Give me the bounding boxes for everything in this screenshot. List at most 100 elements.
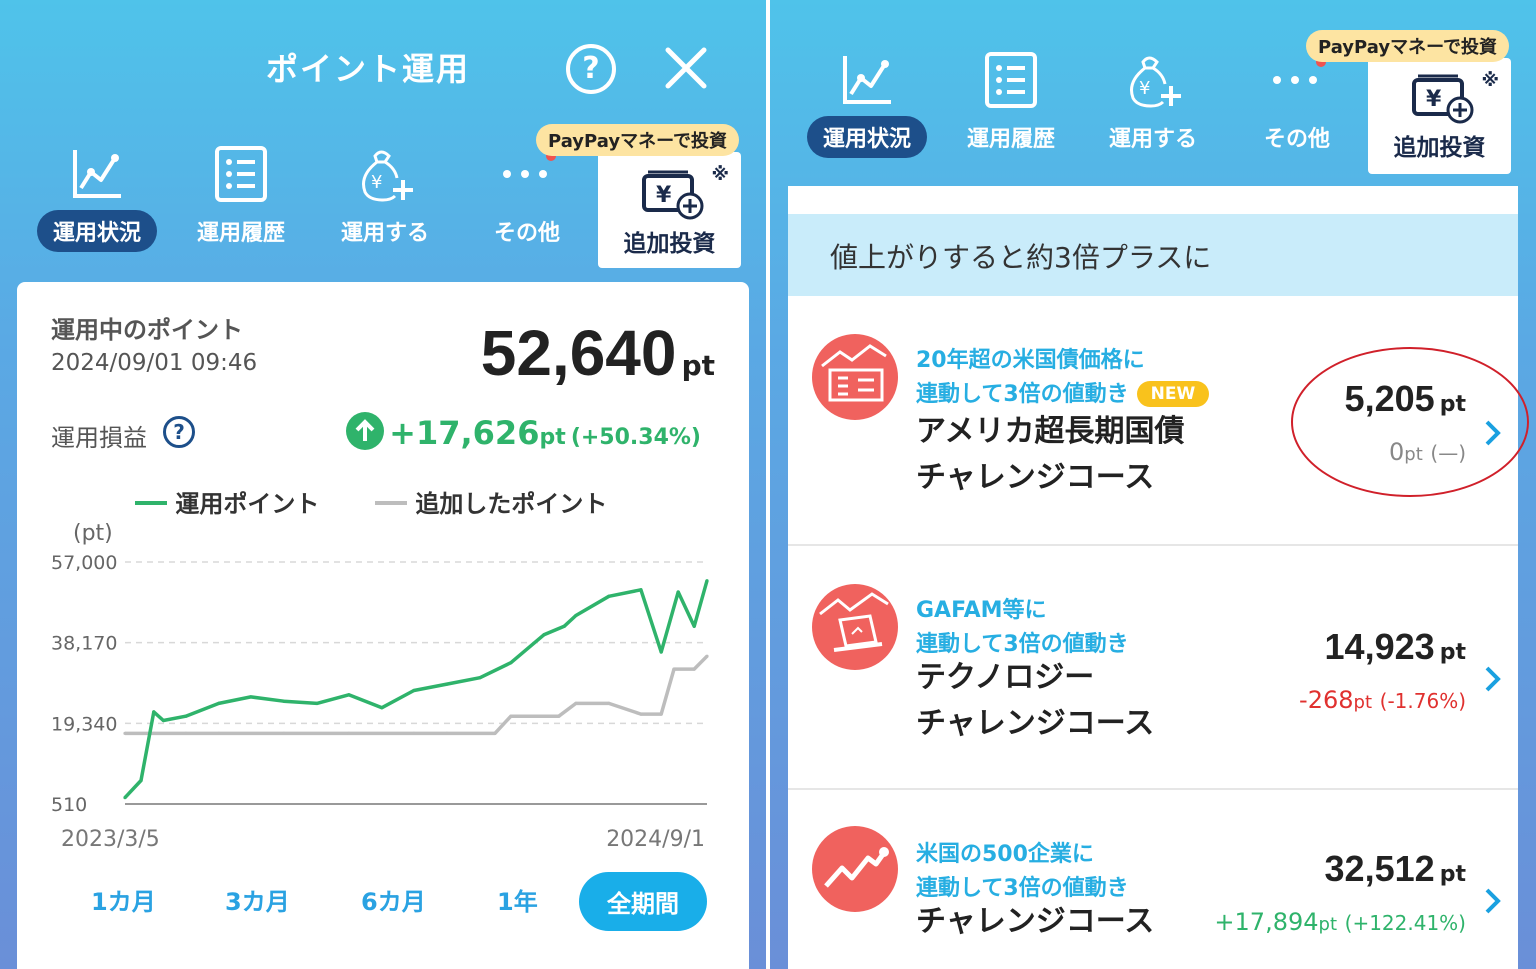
nav-status[interactable]: 運用状況 (32, 146, 162, 252)
course-value: 14,923 (1324, 626, 1435, 667)
nav-history[interactable]: 運用履歴 (176, 146, 306, 252)
added-points-data-point (659, 712, 663, 716)
series-line-added-points (125, 654, 709, 736)
course-name-line1: アメリカ超長期国債 (916, 414, 1185, 449)
pl-help-icon[interactable]: ? (163, 416, 195, 448)
course-delta: -268pt (-1.76%) (1299, 686, 1466, 714)
nav-invest-label: 運用する (1108, 127, 1197, 152)
operating-points-data-point (123, 796, 127, 800)
added-points-data-point (509, 714, 513, 718)
paypay-money-pill: PayPayマネーで投資 (1306, 30, 1509, 62)
course-delta-pct: (+122.41%) (1344, 911, 1466, 935)
add-invest-button[interactable]: ¥ 追加投資 ※ (598, 152, 741, 268)
nav-status-label: 運用状況 (806, 116, 927, 158)
course-row-bond[interactable]: 20年超の米国債価格に 連動して3倍の値動き NEW アメリカ超長期国債 チャレン… (788, 298, 1529, 546)
note-mark: ※ (1481, 70, 1500, 91)
add-invest-label: 追加投資 (623, 231, 716, 257)
period-1m[interactable]: 1カ月 (91, 882, 156, 917)
operating-points-data-point (282, 699, 286, 703)
x-tick-label: 2024/9/1 (606, 827, 705, 852)
period-6m[interactable]: 6カ月 (361, 882, 426, 917)
y-tick-label: 19,340 (51, 713, 117, 735)
operating-points-data-point (509, 661, 513, 665)
course-sub-line2: 連動して3倍の値動き (916, 876, 1129, 901)
course-row-tech[interactable]: GAFAM等に 連動して3倍の値動き テクノロジー チャレンジコース 14,92… (788, 546, 1518, 790)
money-bag-plus-icon: ¥ (1130, 56, 1181, 108)
nav-more-label: その他 (493, 221, 560, 246)
operating-points-data-point (659, 650, 663, 654)
operating-points-data-point (705, 579, 709, 583)
course-unit: pt (1439, 862, 1466, 887)
course-value: 32,512 (1324, 848, 1435, 889)
operating-points-data-point (161, 718, 165, 723)
money-bag-plus-icon: ¥ (362, 150, 413, 202)
added-points-data-point (705, 654, 709, 658)
course-amount: 14,923 pt (1325, 626, 1466, 668)
period-3m[interactable]: 3カ月 (225, 882, 290, 917)
added-points-data-point (574, 701, 578, 705)
operating-points-data-point (562, 624, 566, 628)
course-delta: +17,894pt (+122.41%) (1214, 908, 1466, 936)
arrow-up-icon (346, 412, 385, 450)
nav-invest-label: 運用する (340, 221, 429, 246)
list-icon (985, 52, 1037, 108)
course-row-sp500[interactable]: 米国の500企業に 連動して3倍の値動き チャレンジコース 32,512 pt … (788, 790, 1518, 969)
add-invest-button[interactable]: ¥ 追加投資 ※ (1368, 58, 1511, 174)
legend-swatch-green (135, 501, 167, 505)
added-points-data-point (347, 731, 351, 735)
period-all[interactable]: 全期間 (579, 872, 707, 931)
course-sub-line2: 連動して3倍の値動き NEW (916, 376, 1210, 408)
nav-status-label: 運用状況 (36, 210, 157, 252)
left-screen: ポイント運用 ? 運用状況 運用履歴 ¥ 運用する その他 ¥ 追加投資 ※ P… (0, 0, 766, 969)
course-sub-line2: 連動して3倍の値動き (916, 632, 1129, 657)
points-chart: (pt) 57,000 38,170 19,340 510 2023/3/5 2024/9/… (51, 521, 709, 852)
nav-history[interactable]: 運用履歴 (946, 52, 1076, 158)
added-points-data-point (217, 731, 221, 735)
points-value: 52,640 (480, 317, 677, 389)
operating-points-data-point (676, 590, 680, 594)
operating-points-data-point (542, 633, 546, 637)
chevron-right-icon (1485, 666, 1501, 692)
new-badge: NEW (1136, 381, 1210, 407)
operating-points-data-point (217, 701, 221, 705)
period-1y[interactable]: 1年 (497, 882, 538, 917)
points-label: 運用中のポイント (51, 316, 243, 344)
nav-more[interactable]: その他 (462, 146, 592, 252)
chart-line-icon (73, 150, 121, 198)
added-points-data-point (282, 731, 286, 735)
added-points-data-point (184, 731, 188, 735)
svg-text:¥: ¥ (371, 172, 382, 193)
nav-invest[interactable]: ¥ 運用する (1088, 52, 1218, 158)
operating-points-data-point (692, 624, 696, 628)
pl-label: 運用損益 (51, 424, 147, 452)
svg-text:¥: ¥ (656, 183, 672, 208)
course-name-line2: チャレンジコース (916, 460, 1155, 495)
wallet-yen-plus-icon: ¥ (1412, 74, 1474, 124)
page-title: ポイント運用 (265, 50, 470, 88)
pl-pct: (+50.34%) (570, 425, 701, 450)
course-name-line2: チャレンジコース (916, 706, 1155, 741)
pl-unit: pt (539, 425, 566, 450)
legend-swatch-gray (375, 501, 407, 505)
close-icon[interactable] (662, 44, 710, 92)
add-invest-label: 追加投資 (1393, 135, 1486, 161)
y-axis-unit: (pt) (73, 521, 113, 546)
nav-more[interactable]: その他 (1232, 52, 1362, 158)
nav-invest[interactable]: ¥ 運用する (320, 146, 450, 252)
red-circle-annotation (1291, 347, 1529, 497)
list-icon (215, 146, 267, 202)
course-sub-line1: 米国の500企業に (916, 842, 1094, 867)
added-points-data-point (557, 714, 561, 718)
operating-points-data-point (139, 778, 143, 783)
points-card: 運用中のポイント 2024/09/01 09:46 52,640 pt 運用損益… (17, 282, 749, 969)
added-points-data-point (152, 731, 156, 735)
help-icon[interactable]: ? (566, 44, 616, 94)
operating-points-data-point (380, 706, 384, 710)
operating-points-data-point (639, 588, 643, 592)
svg-text:¥: ¥ (1139, 78, 1150, 99)
pl-value: +17,626 (389, 414, 540, 452)
nav-status[interactable]: 運用状況 (802, 52, 932, 158)
course-amount: 32,512 pt (1325, 848, 1466, 890)
series-line-operating-points (123, 580, 709, 799)
added-points-data-point (692, 667, 696, 671)
